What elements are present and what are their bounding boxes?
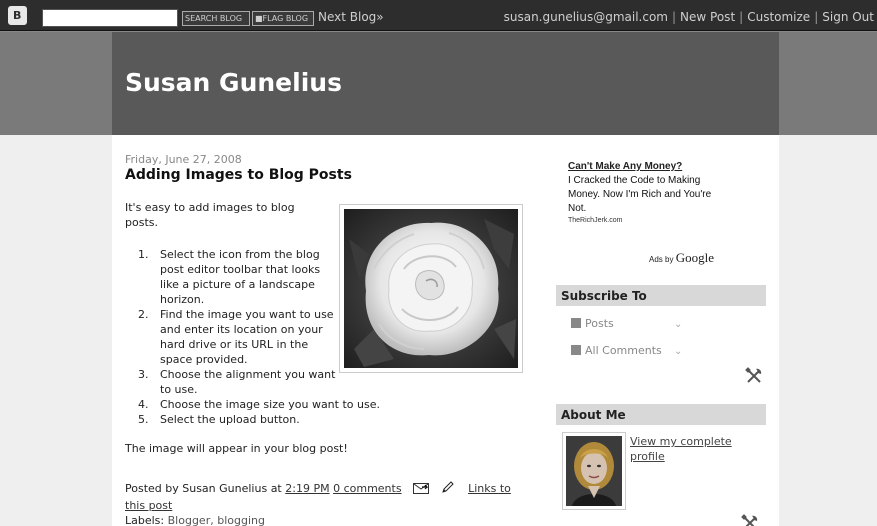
pencil-edit-icon[interactable]: [441, 480, 455, 498]
right-margin: [779, 135, 877, 526]
steps-list: 1. Select the icon from the blog post edi…: [138, 247, 438, 427]
nav-user-links: susan.gunelius@gmail.com | New Post | Custom…: [504, 10, 874, 24]
new-post-link[interactable]: New Post: [680, 10, 735, 24]
content-area: Friday, June 27, 2008 Adding Images to B…: [112, 135, 779, 526]
list-item: 3. Choose the alignment you want to use.: [138, 367, 438, 397]
search-blog-button[interactable]: SEARCH BLOG: [182, 11, 250, 26]
view-profile-link[interactable]: View my complete profile: [630, 434, 750, 464]
blogger-logo-icon[interactable]: B: [8, 6, 27, 25]
step-text: Choose the alignment you want to use.: [160, 368, 336, 396]
flag-blog-button[interactable]: ■FLAG BLOG: [252, 11, 314, 26]
ad-headline[interactable]: Can't Make Any Money?: [568, 160, 768, 174]
nav-separator: |: [672, 10, 677, 24]
step-number: 1.: [138, 248, 149, 261]
ad-body: I Cracked the Code to Making Money. Now …: [568, 175, 712, 214]
search-input[interactable]: [42, 9, 178, 27]
nav-separator: |: [814, 10, 819, 24]
sign-out-link[interactable]: Sign Out: [822, 10, 874, 24]
post-intro: It's easy to add images to blog posts.: [125, 201, 295, 229]
step-text: Select the icon from the blog post edito…: [160, 248, 321, 306]
step-text: Select the upload button.: [160, 413, 300, 426]
comments-link[interactable]: 0 comments: [333, 482, 402, 495]
user-email: susan.gunelius@gmail.com: [503, 10, 668, 24]
chevron-down-icon[interactable]: ⌄: [674, 346, 682, 357]
feed-icon: [571, 318, 581, 328]
nav-separator: |: [739, 10, 744, 24]
posted-by: Posted by Susan Gunelius at: [125, 482, 282, 495]
blog-title[interactable]: Susan Gunelius: [125, 68, 342, 97]
next-blog-link[interactable]: Next Blog»: [318, 10, 384, 24]
post-time-link[interactable]: 2:19 PM: [285, 482, 329, 495]
labels-values[interactable]: Blogger, blogging: [168, 514, 265, 526]
post-date: Friday, June 27, 2008: [125, 153, 242, 166]
profile-photo[interactable]: [562, 432, 626, 510]
chevron-down-icon[interactable]: ⌄: [674, 319, 682, 330]
google-logo: Google: [675, 250, 714, 265]
subscribe-comments[interactable]: All Comments: [571, 344, 662, 357]
ad-url[interactable]: TheRichJerk.com: [568, 216, 768, 225]
header-band: Susan Gunelius: [0, 32, 877, 135]
blogger-logo-letter: B: [13, 9, 22, 22]
step-text: Find the image you want to use and enter…: [160, 308, 334, 366]
left-margin: [0, 135, 112, 526]
list-item: 1. Select the icon from the blog post edi…: [138, 247, 438, 307]
list-item: 5. Select the upload button.: [138, 412, 438, 427]
wrench-screwdriver-icon[interactable]: [740, 513, 760, 526]
step-text: Choose the image size you want to use.: [160, 398, 380, 411]
header: Susan Gunelius: [112, 32, 779, 135]
subscribe-posts-label: Posts: [585, 317, 614, 330]
list-item: 2. Find the image you want to use and ent…: [138, 307, 438, 367]
list-item: 4. Choose the image size you want to use.: [138, 397, 438, 412]
step-number: 5.: [138, 413, 149, 426]
post-footer: Posted by Susan Gunelius at 2:19 PM 0 co…: [125, 480, 525, 513]
step-number: 3.: [138, 368, 149, 381]
step-number: 2.: [138, 308, 149, 321]
labels-prefix: Labels:: [125, 514, 165, 526]
subscribe-comments-label: All Comments: [585, 344, 662, 357]
ad-block[interactable]: Can't Make Any Money? I Cracked the Code…: [568, 160, 768, 225]
email-post-icon[interactable]: [413, 483, 430, 498]
about-widget-title: About Me: [556, 404, 766, 425]
customize-link[interactable]: Customize: [747, 10, 810, 24]
step-number: 4.: [138, 398, 149, 411]
ads-by-google[interactable]: Ads by Google: [649, 250, 714, 266]
post-labels: Labels: Blogger, blogging: [125, 514, 265, 526]
post-closing: The image will appear in your blog post!: [125, 442, 348, 455]
blogger-navbar: B SEARCH BLOG ■FLAG BLOG Next Blog» susa…: [0, 0, 877, 31]
post-title[interactable]: Adding Images to Blog Posts: [125, 167, 352, 183]
subscribe-widget-title: Subscribe To: [556, 285, 766, 306]
subscribe-posts[interactable]: Posts: [571, 317, 614, 330]
wrench-screwdriver-icon[interactable]: [744, 366, 764, 386]
ads-by-label: Ads by: [649, 255, 674, 264]
feed-icon: [571, 345, 581, 355]
